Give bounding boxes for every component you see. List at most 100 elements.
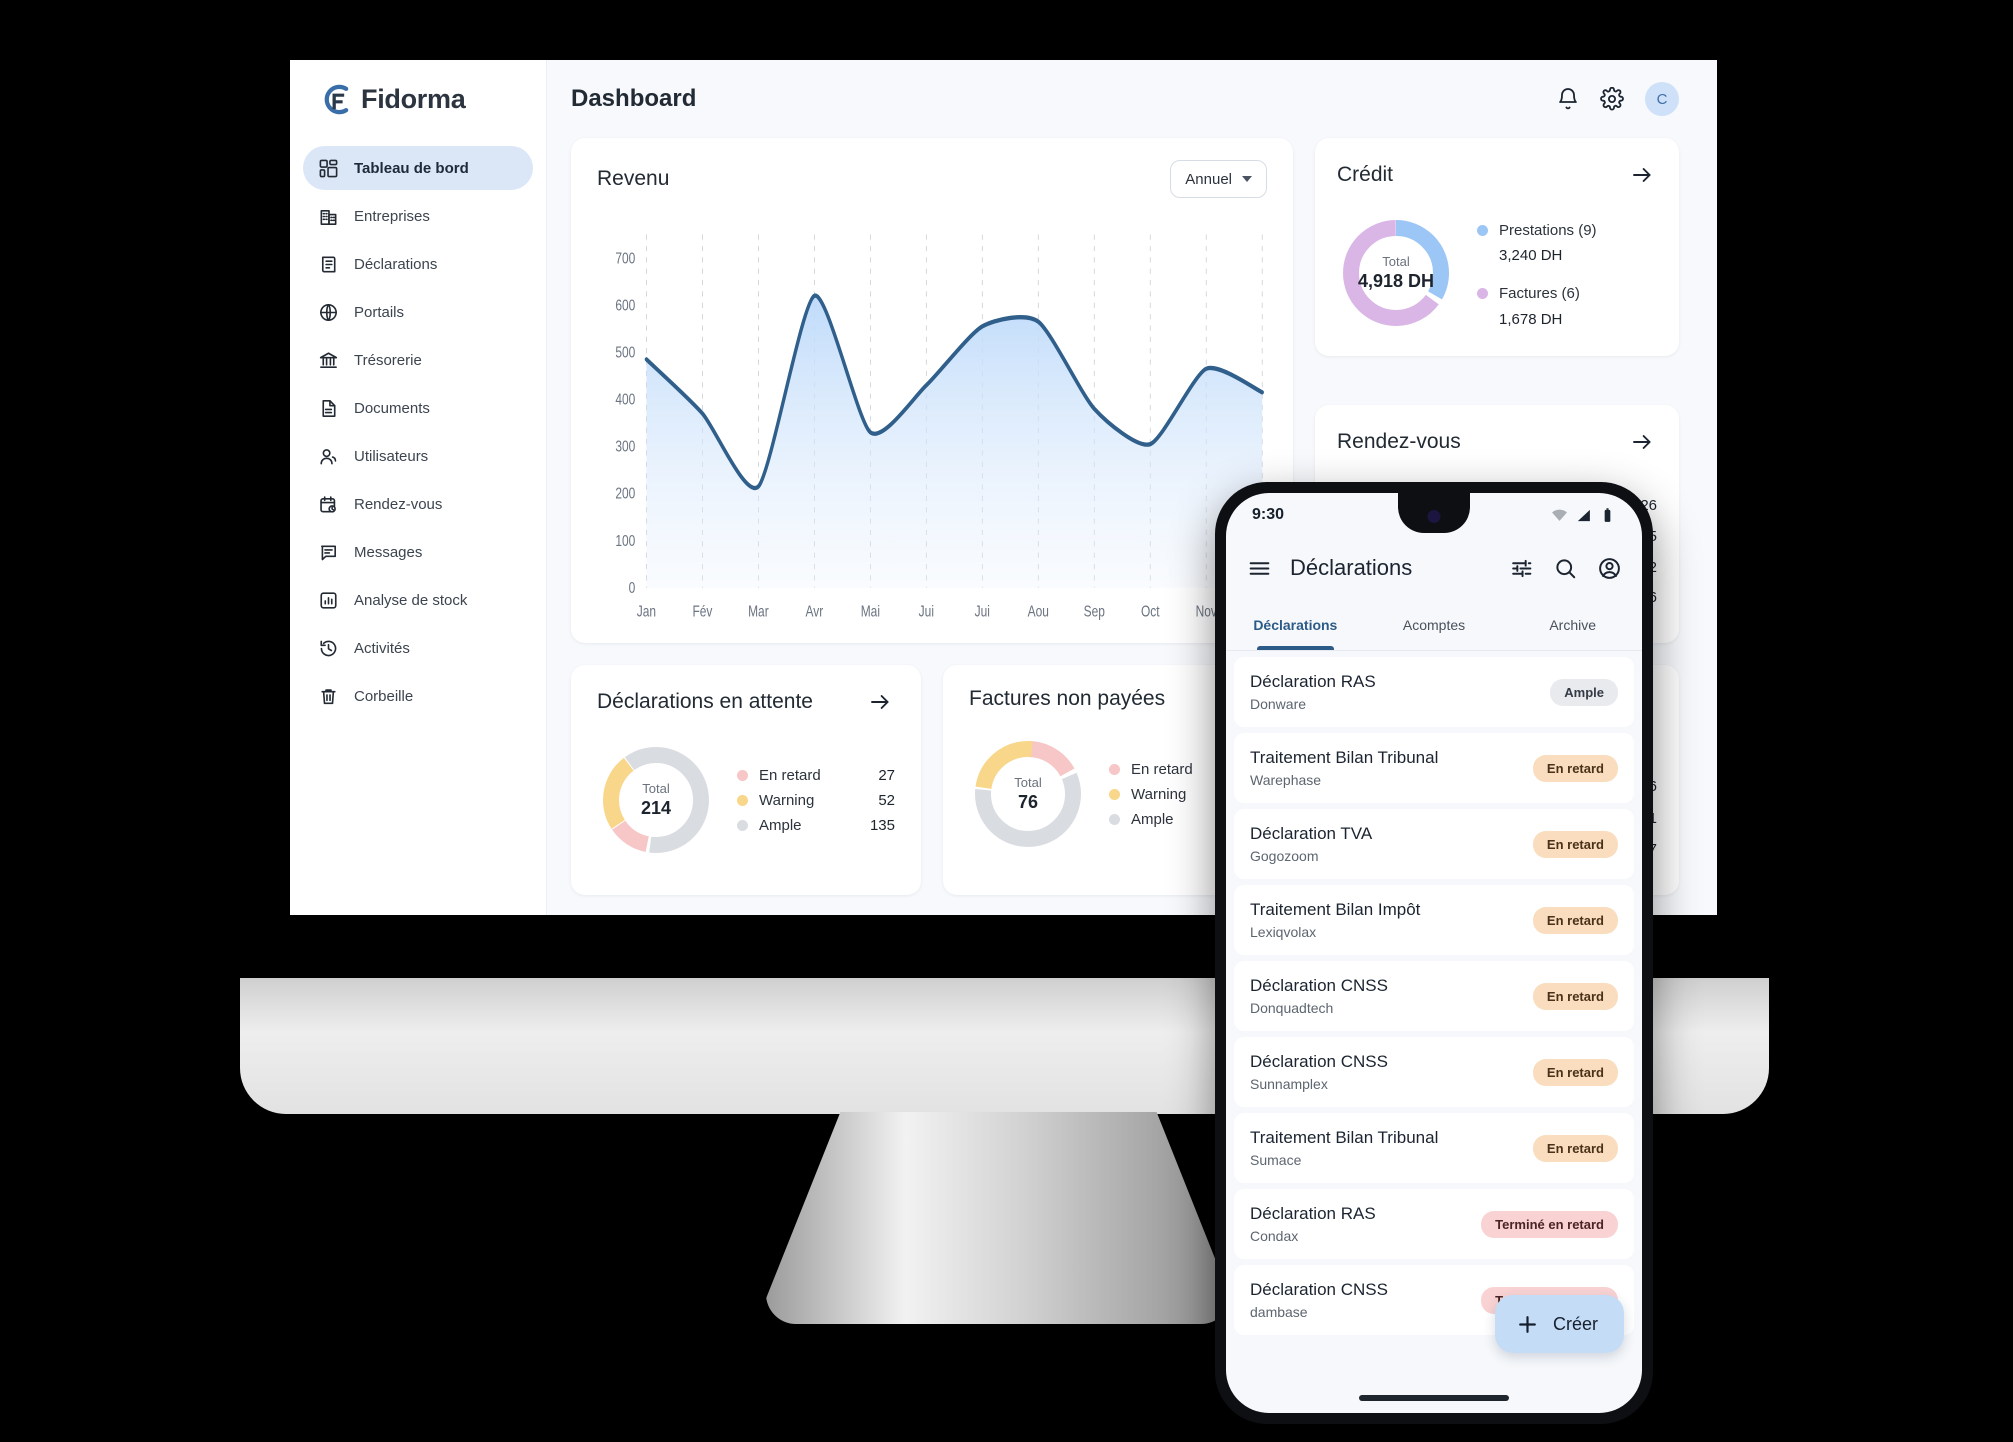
- filter-sliders-icon[interactable]: [1508, 555, 1534, 581]
- declaration-list-item[interactable]: Traitement Bilan Tribunal Sumace En retard: [1234, 1113, 1634, 1183]
- arrow-right-icon[interactable]: [1627, 427, 1657, 457]
- tab-label: Acomptes: [1402, 616, 1466, 633]
- legend-item: Factures (6): [1477, 279, 1657, 309]
- bell-icon[interactable]: [1551, 82, 1585, 116]
- bank-icon: [317, 349, 339, 371]
- declaration-company: Warephase: [1250, 772, 1322, 788]
- declaration-list-item[interactable]: Déclaration TVA Gogozoom En retard: [1234, 809, 1634, 879]
- credit-legend: Prestations (9) 3,240 DH Factures (6) 1,…: [1477, 216, 1657, 331]
- declaration-list-item[interactable]: Déclaration RAS Donware Ample: [1234, 657, 1634, 727]
- create-button[interactable]: Créer: [1494, 1295, 1624, 1353]
- arrow-right-icon[interactable]: [1627, 160, 1657, 190]
- sidebar-item-rendez-vous[interactable]: Rendez-vous: [303, 482, 533, 526]
- phone-app-title: Déclarations: [1290, 555, 1413, 580]
- sidebar-item-label: Messages: [354, 543, 423, 561]
- tab-declarations[interactable]: Déclarations: [1226, 599, 1365, 650]
- sidebar-item-label: Entreprises: [354, 207, 430, 225]
- credit-donut-chart: Total 4,918 DH: [1337, 214, 1455, 332]
- svg-text:600: 600: [615, 296, 635, 314]
- declaration-list-item[interactable]: Traitement Bilan Tribunal Warephase En ret…: [1234, 733, 1634, 803]
- screenshot-stage: Fidorma Tableau de bord Entreprises Décl…: [0, 0, 2013, 1442]
- pending-declarations-card: Déclarations en attente Total 214 En ret…: [571, 665, 921, 895]
- revenue-chart: 0 100 200 300 400 500 600 700 Jan Fév Mar Avr Mai Ju…: [597, 216, 1267, 629]
- declaration-company: Donquadtech: [1250, 1000, 1334, 1016]
- users-icon: [317, 445, 339, 467]
- sidebar-item-tresorerie[interactable]: Trésorerie: [303, 338, 533, 382]
- declaration-texts: Traitement Bilan Tribunal Sumace: [1250, 1128, 1523, 1168]
- sidebar-item-portails[interactable]: Portails: [303, 290, 533, 334]
- chart-box-icon: [317, 589, 339, 611]
- legend-dot-factures: [1477, 288, 1488, 300]
- declaration-title: Traitement Bilan Impôt: [1250, 900, 1421, 919]
- rendez-vous-card-header: Rendez-vous: [1337, 427, 1657, 457]
- credit-card-header: Crédit: [1337, 160, 1657, 190]
- svg-text:Nov: Nov: [1196, 602, 1217, 620]
- svg-text:700: 700: [615, 249, 635, 267]
- declaration-title: Déclaration TVA: [1250, 824, 1373, 843]
- declaration-title: Traitement Bilan Tribunal: [1250, 748, 1439, 767]
- pending-donut-chart: Total 214: [597, 741, 715, 859]
- svg-text:Avr: Avr: [806, 602, 824, 620]
- sidebar-item-utilisateurs[interactable]: Utilisateurs: [303, 434, 533, 478]
- legend-label: Prestations (9): [1499, 221, 1597, 239]
- tab-acomptes[interactable]: Acomptes: [1365, 599, 1504, 650]
- pending-donut-center: Total 214: [597, 741, 715, 859]
- arrow-right-icon[interactable]: [865, 687, 895, 717]
- battery-icon: [1604, 507, 1611, 522]
- declaration-list-item[interactable]: Déclaration RAS Condax Terminé en retard: [1234, 1189, 1634, 1259]
- sidebar-item-declarations[interactable]: Déclarations: [303, 242, 533, 286]
- sidebar-item-tableau-de-bord[interactable]: Tableau de bord: [303, 146, 533, 190]
- brand-name: Fidorma: [361, 83, 466, 114]
- legend-value: 27: [878, 766, 895, 784]
- sidebar-item-entreprises[interactable]: Entreprises: [303, 194, 533, 238]
- declaration-company: Sunnamplex: [1250, 1076, 1328, 1092]
- gear-icon[interactable]: [1595, 82, 1629, 116]
- sidebar-item-documents[interactable]: Documents: [303, 386, 533, 430]
- pending-donut-row: Total 214 En retard 27 Warning 52 Ample …: [597, 741, 895, 859]
- legend-dot-en-retard: [737, 769, 748, 781]
- credit-card: Crédit Total 4,918 DH Prestations (9) 3,…: [1315, 138, 1679, 356]
- chevron-down-icon: [1242, 176, 1252, 182]
- svg-text:300: 300: [615, 437, 635, 455]
- period-select[interactable]: Annuel: [1170, 160, 1267, 198]
- avatar[interactable]: C: [1645, 82, 1679, 116]
- plus-icon: [1519, 1315, 1536, 1333]
- period-select-value: Annuel: [1185, 170, 1232, 188]
- sidebar-item-messages[interactable]: Messages: [303, 530, 533, 574]
- declaration-list-item[interactable]: Déclaration CNSS Donquadtech En retard: [1234, 961, 1634, 1031]
- phone-mockup: 9:30 Déclarations Déclarations Acomptes …: [1215, 482, 1653, 1424]
- declaration-texts: Déclaration CNSS Sunnamplex: [1250, 1052, 1523, 1092]
- trash-icon: [317, 685, 339, 707]
- account-circle-icon[interactable]: [1596, 555, 1622, 581]
- declaration-list-item[interactable]: Traitement Bilan Impôt Lexiqvolax En retar…: [1234, 885, 1634, 955]
- monitor-stand: [766, 1112, 1231, 1324]
- declaration-texts: Traitement Bilan Impôt Lexiqvolax: [1250, 900, 1523, 940]
- declaration-texts: Déclaration RAS Donware: [1250, 672, 1540, 712]
- search-icon[interactable]: [1552, 555, 1578, 581]
- declaration-texts: Déclaration CNSS dambase: [1250, 1280, 1471, 1320]
- revenue-card: Revenu Annuel 0 100 200 300 400 500 600 …: [571, 138, 1293, 643]
- status-badge: En retard: [1532, 1134, 1618, 1162]
- status-icons: [1551, 507, 1616, 524]
- declaration-texts: Déclaration TVA Gogozoom: [1250, 824, 1523, 864]
- hamburger-menu-icon[interactable]: [1246, 555, 1272, 581]
- tab-archive[interactable]: Archive: [1503, 599, 1642, 650]
- sidebar-item-activites[interactable]: Activités: [303, 626, 533, 670]
- pending-total-value: 214: [640, 798, 672, 818]
- sidebar-item-label: Portails: [354, 303, 405, 321]
- svg-text:Sep: Sep: [1084, 602, 1106, 620]
- phone-screen: 9:30 Déclarations Déclarations Acomptes …: [1226, 493, 1642, 1413]
- sidebar-item-analyse-de-stock[interactable]: Analyse de stock: [303, 578, 533, 622]
- pending-declarations-title: Déclarations en attente: [597, 690, 813, 713]
- sidebar-item-label: Tableau de bord: [354, 159, 469, 177]
- credit-card-title: Crédit: [1337, 163, 1394, 186]
- declaration-texts: Déclaration RAS Condax: [1250, 1204, 1471, 1244]
- svg-text:Jui: Jui: [975, 602, 990, 620]
- dashboard-grid-icon: [317, 157, 339, 179]
- svg-text:Fév: Fév: [692, 602, 712, 620]
- declaration-list-item[interactable]: Déclaration CNSS Sunnamplex En retard: [1234, 1037, 1634, 1107]
- svg-text:200: 200: [615, 484, 635, 502]
- revenue-card-header: Revenu Annuel: [597, 160, 1267, 198]
- sidebar-item-corbeille[interactable]: Corbeille: [303, 674, 533, 718]
- history-icon: [317, 637, 339, 659]
